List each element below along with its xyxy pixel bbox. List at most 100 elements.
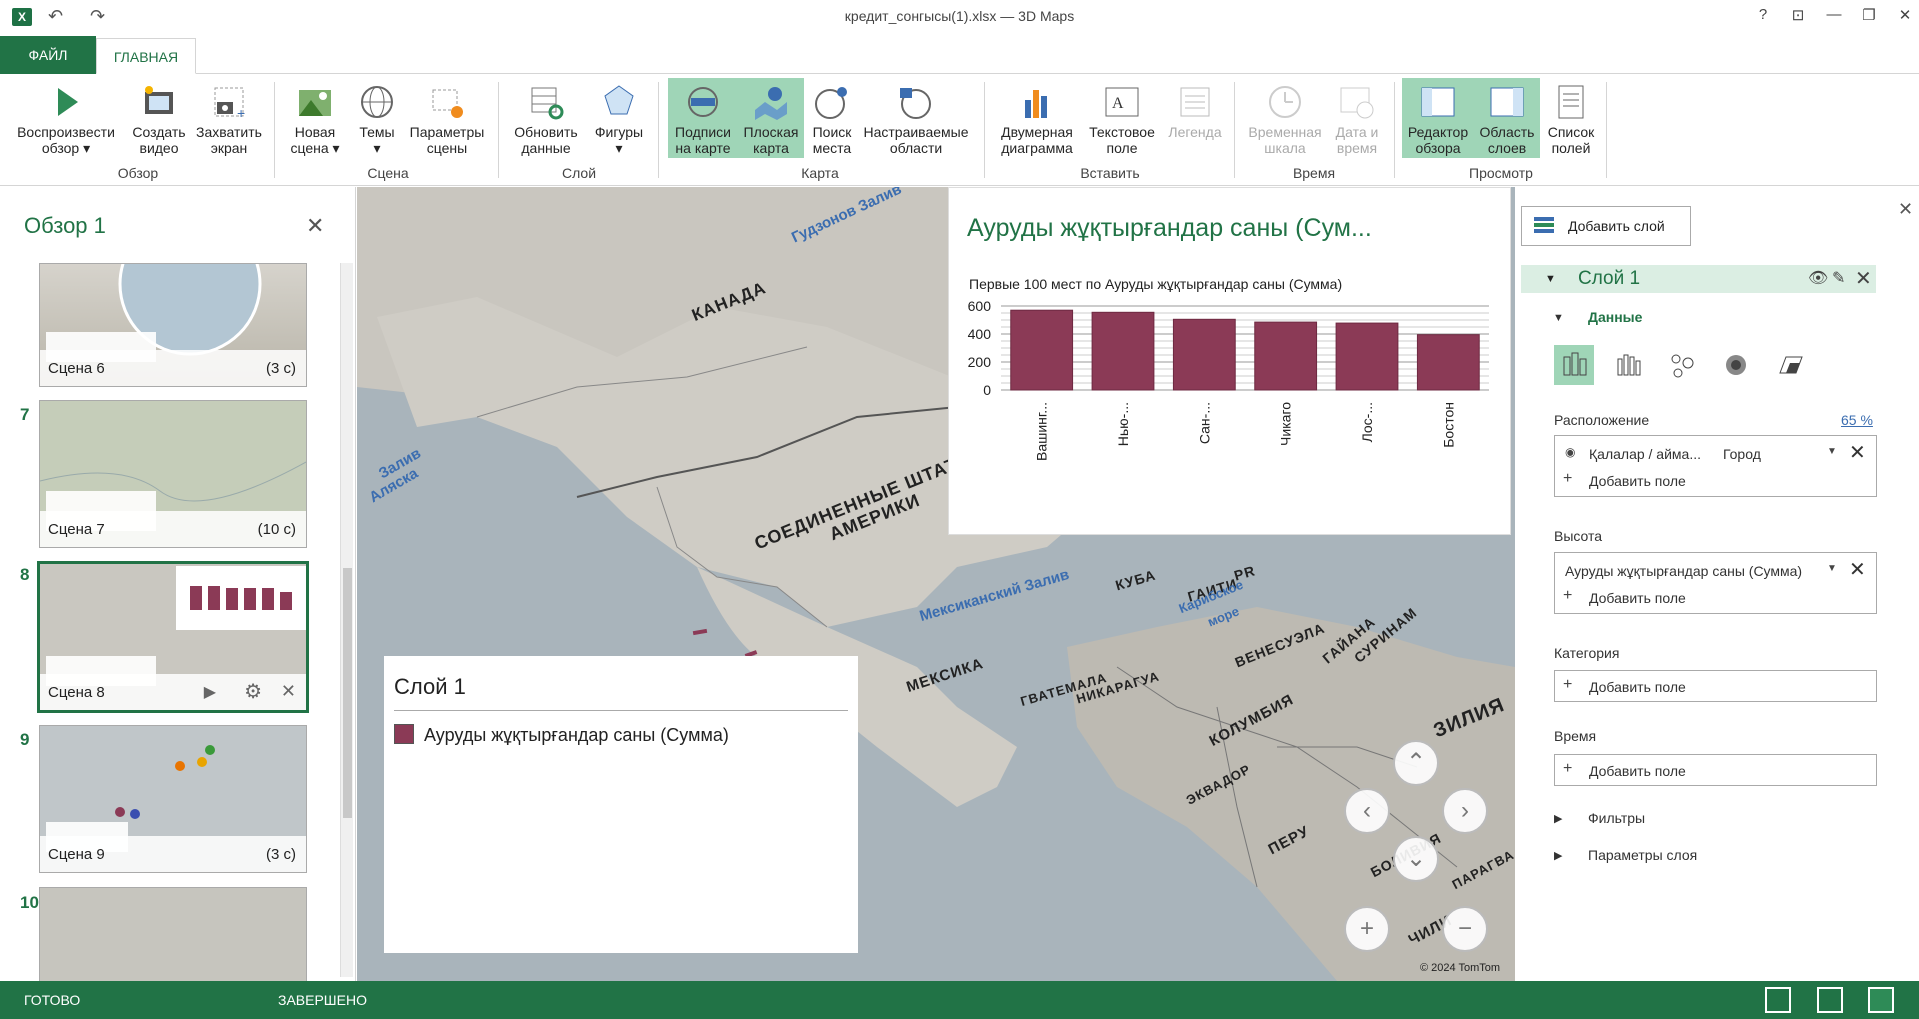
map-labels-button[interactable]: Подписи на карте: [668, 78, 738, 158]
add-height-field[interactable]: Добавить поле: [1589, 590, 1686, 606]
scene-options-button[interactable]: Параметры сцены: [406, 78, 488, 158]
scene-thumbnail[interactable]: Сцена 9 (3 с): [39, 725, 307, 873]
fullscreen-icon[interactable]: [1868, 987, 1894, 1013]
fit-view-icon[interactable]: [1817, 987, 1843, 1013]
close-icon[interactable]: ✕: [1893, 6, 1917, 24]
collapse-layer-icon[interactable]: ▼: [1545, 273, 1556, 285]
restore-icon[interactable]: ❐: [1857, 6, 1881, 24]
radio-selected-icon[interactable]: ◉: [1565, 445, 1575, 459]
add-layer-button[interactable]: Добавить слой: [1521, 206, 1691, 246]
rotate-right-button[interactable]: ›: [1442, 788, 1488, 834]
chart-bar[interactable]: [1335, 322, 1399, 391]
minimize-icon[interactable]: —: [1822, 6, 1846, 23]
legend-button[interactable]: Легенда: [1164, 78, 1226, 158]
x-category-label: Сан-...: [1196, 402, 1212, 444]
image-view-icon[interactable]: [1765, 987, 1791, 1013]
time-field-box[interactable]: + Добавить поле: [1554, 754, 1877, 786]
text-box-icon: A: [1105, 87, 1139, 117]
field-list-icon: [1558, 85, 1584, 119]
add-icon: +: [1563, 587, 1573, 604]
text-box-button[interactable]: A Текстовое поле: [1084, 78, 1160, 158]
zoom-out-button[interactable]: −: [1442, 906, 1488, 952]
legend-card[interactable]: Слой 1 Ауруды жұқтырғандар саны (Сумма): [384, 656, 858, 953]
zoom-in-button[interactable]: +: [1344, 906, 1390, 952]
stacked-column-icon[interactable]: [1554, 345, 1594, 385]
ribbon-display-icon[interactable]: ⊡: [1786, 6, 1810, 24]
delete-scene-icon[interactable]: ✕: [281, 681, 296, 702]
add-category-field[interactable]: Добавить поле: [1589, 679, 1686, 695]
flat-map-button[interactable]: Плоская карта: [738, 78, 804, 158]
themes-button[interactable]: Темы ▾: [352, 78, 402, 158]
shapes-button[interactable]: Фигуры ▾: [590, 78, 648, 158]
find-location-icon: [815, 87, 847, 119]
category-field-box[interactable]: + Добавить поле: [1554, 670, 1877, 702]
timeline-button[interactable]: Временная шкала: [1244, 78, 1326, 158]
scrollbar-thumb[interactable]: [343, 568, 352, 818]
chart-bar[interactable]: [1254, 321, 1318, 391]
svg-text:A: A: [1112, 95, 1124, 112]
scene-thumbnail[interactable]: [39, 887, 307, 981]
eye-icon[interactable]: 👁: [1808, 268, 1828, 288]
chart-2d-button[interactable]: Двумерная диаграмма: [994, 78, 1080, 158]
help-button[interactable]: ?: [1751, 6, 1775, 23]
remove-height-field-icon[interactable]: ✕: [1849, 557, 1866, 582]
rotate-left-button[interactable]: ‹: [1344, 788, 1390, 834]
y-tick-label: 0: [983, 382, 991, 398]
filters-toggle-icon[interactable]: ▶: [1554, 812, 1562, 825]
chart-bar[interactable]: [1416, 334, 1480, 391]
scene-settings-icon[interactable]: ⚙: [244, 679, 262, 704]
tour-title: Обзор 1: [24, 213, 106, 238]
new-scene-button[interactable]: Новая сцена ▾: [288, 78, 342, 158]
group-time: Время: [1292, 165, 1336, 181]
chart-bar[interactable]: [1091, 311, 1155, 391]
tour-editor-button[interactable]: Редактор обзора: [1402, 78, 1474, 158]
add-location-field[interactable]: Добавить поле: [1589, 473, 1686, 489]
layer-pane: ✕ Добавить слой ▼ Слой 1 👁 ✎ ✕ ▼ Данные …: [1516, 187, 1919, 981]
chart-card[interactable]: Ауруды жұқтырғандар саны (Сум... Первые …: [948, 187, 1511, 535]
clustered-column-icon[interactable]: [1608, 345, 1648, 385]
layer-row[interactable]: ▼ Слой 1 👁 ✎ ✕: [1521, 265, 1876, 293]
region-icon[interactable]: [1770, 345, 1810, 385]
bubble-icon[interactable]: [1662, 345, 1702, 385]
location-type-select[interactable]: Город: [1723, 446, 1761, 462]
remove-location-field-icon[interactable]: ✕: [1849, 440, 1866, 465]
scene-thumbnail[interactable]: Сцена 6 (3 с): [39, 263, 307, 387]
dropdown-icon[interactable]: ▼: [1827, 446, 1837, 457]
tab-file[interactable]: ФАЙЛ: [0, 36, 96, 74]
field-list-button[interactable]: Список полей: [1542, 78, 1600, 158]
chart-bar[interactable]: [1172, 318, 1236, 391]
delete-layer-icon[interactable]: ✕: [1855, 266, 1872, 291]
layer-options-section[interactable]: Параметры слоя: [1588, 847, 1697, 863]
custom-regions-button[interactable]: Настраиваемые области: [860, 78, 972, 158]
legend-swatch: [394, 724, 414, 744]
dropdown-icon[interactable]: ▼: [1827, 563, 1837, 574]
add-time-field[interactable]: Добавить поле: [1589, 763, 1686, 779]
layer-options-toggle-icon[interactable]: ▶: [1554, 849, 1562, 862]
find-location-button[interactable]: Поиск места: [806, 78, 858, 158]
tilt-up-button[interactable]: ⌃: [1393, 740, 1439, 786]
chart-bar[interactable]: [1010, 309, 1074, 391]
play-scene-icon[interactable]: ▶: [204, 682, 216, 702]
legend-item: Ауруды жұқтырғандар саны (Сумма): [424, 725, 729, 745]
y-tick-label: 200: [968, 354, 992, 370]
edit-icon[interactable]: ✎: [1832, 268, 1845, 288]
tour-scrollbar[interactable]: [340, 263, 353, 977]
data-section-toggle[interactable]: ▼: [1553, 312, 1564, 324]
filters-section[interactable]: Фильтры: [1588, 810, 1645, 826]
location-match-percent[interactable]: 65 %: [1841, 412, 1873, 428]
data-section-title: Данные: [1588, 309, 1643, 325]
layer-pane-close-icon[interactable]: ✕: [1898, 199, 1913, 220]
capture-screen-button[interactable]: + Захватить экран: [194, 78, 264, 158]
create-video-button[interactable]: Создать видео: [128, 78, 190, 158]
tab-home[interactable]: ГЛАВНАЯ: [96, 38, 196, 74]
tour-close-icon[interactable]: ✕: [306, 213, 324, 239]
play-tour-button[interactable]: Воспроизвести обзор ▾: [12, 78, 120, 158]
category-label: Категория: [1554, 645, 1620, 661]
scene-thumbnail[interactable]: Сцена 7 (10 с): [39, 400, 307, 548]
tilt-down-button[interactable]: ⌄: [1393, 836, 1439, 882]
heat-map-icon[interactable]: [1716, 345, 1756, 385]
refresh-data-button[interactable]: Обновить данные: [510, 78, 582, 158]
date-time-button[interactable]: Дата и время: [1330, 78, 1384, 158]
layer-pane-button[interactable]: Область слоев: [1474, 78, 1540, 158]
scene-thumbnail-selected[interactable]: Сцена 8 ▶ ⚙ ✕: [37, 561, 309, 713]
